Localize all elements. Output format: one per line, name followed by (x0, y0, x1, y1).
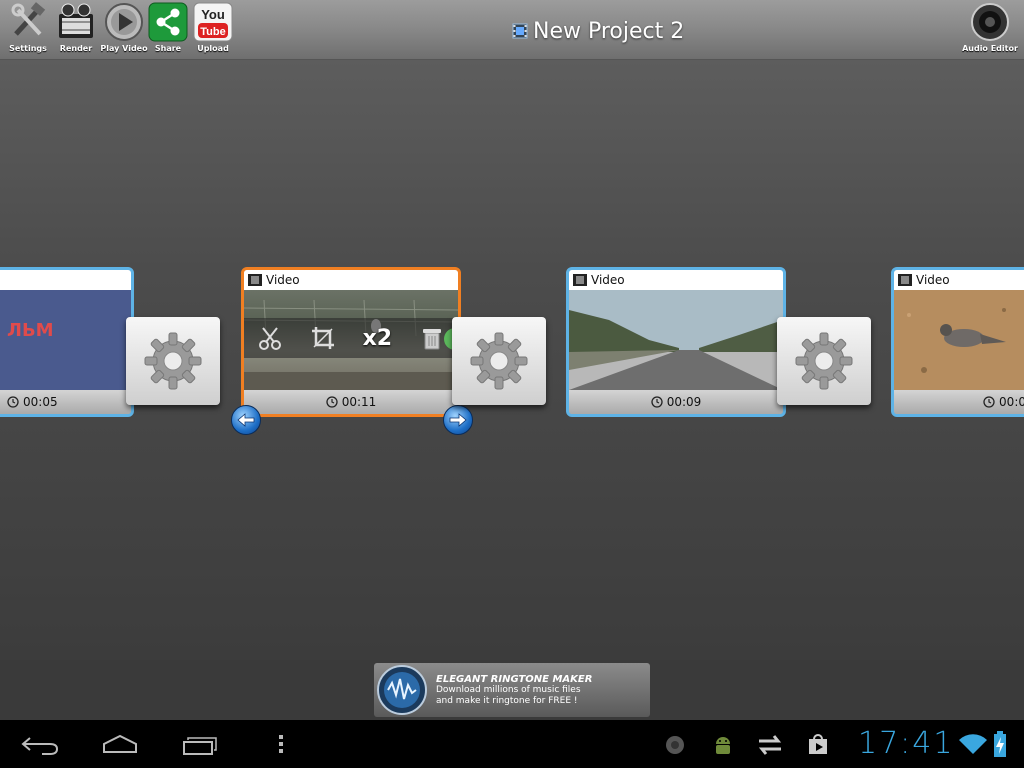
ad-line-1: Download millions of music files (436, 684, 581, 695)
youtube-tube-text: Tube (200, 26, 225, 38)
clip-action-bar: x2 (244, 318, 458, 358)
settings-button[interactable]: Settings (4, 2, 52, 56)
tools-icon (11, 2, 46, 36)
play-video-button[interactable]: Play Video (100, 2, 148, 56)
arrow-right-icon (449, 413, 467, 427)
notification-app-icon (666, 736, 684, 754)
ad-bar: ELEGANT RINGTONE MAKER Download millions… (0, 660, 1024, 720)
clock-icon (983, 396, 995, 408)
timeline-clip-selected[interactable]: Video x2 00:11 (241, 267, 461, 417)
clock-icon (651, 396, 663, 408)
audio-editor-label: Audio Editor (962, 44, 1018, 53)
clip-type-label: Video (916, 273, 950, 287)
clip-thumbnail (894, 290, 1024, 390)
android-debug-icon (716, 737, 730, 754)
youtube-icon: You Tube (193, 2, 233, 42)
wifi-icon (959, 734, 987, 754)
clip-header: Video (894, 270, 1024, 290)
clip-footer: 00:0 (894, 390, 1024, 414)
share-button[interactable]: Share (144, 2, 192, 56)
timeline-clip[interactable]: ЛЬМ 00:05 (0, 267, 134, 417)
gear-icon (144, 332, 202, 390)
menu-button[interactable] (257, 728, 305, 760)
thumbnail-image (894, 290, 1024, 390)
clock-icon (326, 396, 338, 408)
clip-duration: 00:05 (23, 395, 58, 409)
audio-editor-button[interactable]: Audio Editor (962, 2, 1018, 56)
video-icon (248, 274, 262, 286)
render-label: Render (59, 44, 93, 53)
play-icon (105, 3, 143, 41)
film-icon (512, 23, 528, 39)
clip-header: Video (569, 270, 783, 290)
video-icon (573, 274, 587, 286)
trim-scissors-button[interactable] (257, 325, 283, 351)
recent-apps-button[interactable] (176, 728, 224, 760)
ad-line-2: and make it ringtone for FREE ! (436, 695, 578, 706)
upload-button[interactable]: You Tube Upload (189, 2, 237, 56)
thumbnail-text: ЛЬМ (7, 320, 54, 341)
ad-text: ELEGANT RINGTONE MAKER Download millions… (430, 674, 592, 707)
crop-button[interactable] (310, 325, 336, 351)
transition-settings-button[interactable] (452, 317, 546, 405)
share-label: Share (154, 44, 182, 53)
top-toolbar: Settings Render Play Video Share You Tub… (0, 0, 1024, 60)
battery-charging-icon (994, 731, 1006, 757)
transition-settings-button[interactable] (777, 317, 871, 405)
film-reel-icon (59, 3, 93, 38)
system-navigation-bar: 17:41 (0, 720, 1024, 768)
clip-footer: 00:09 (569, 390, 783, 414)
home-icon (103, 734, 137, 753)
clip-thumbnail: ЛЬМ (0, 290, 131, 390)
clip-type-label: Video (591, 273, 625, 287)
move-clip-left-button[interactable] (231, 405, 261, 435)
clip-footer: 00:11 (244, 390, 458, 414)
status-clock: 17:41 (858, 726, 955, 761)
clip-footer: 00:05 (0, 390, 131, 414)
gear-icon (795, 332, 853, 390)
upload-label: Upload (197, 44, 229, 53)
play-store-icon (809, 734, 827, 754)
clock-icon (7, 396, 19, 408)
move-clip-right-button[interactable] (443, 405, 473, 435)
ringtone-logo-icon (377, 665, 427, 715)
clip-duration: 00:09 (666, 395, 702, 409)
speaker-icon (971, 3, 1009, 41)
sync-icon (758, 735, 782, 755)
clip-header: Video (244, 270, 458, 290)
clip-duration: 00:11 (341, 395, 377, 409)
video-icon (898, 274, 912, 286)
timeline-workspace: ЛЬМ 00:05 Video x2 00:11 Video 00:09 Vid… (0, 60, 1024, 660)
gear-icon (470, 332, 528, 390)
timeline-clip[interactable]: Video 00:09 (566, 267, 786, 417)
timeline-clip[interactable]: Video 00:0 (891, 267, 1024, 417)
thumbnail-image (569, 290, 783, 390)
render-button[interactable]: Render (52, 2, 100, 56)
ad-banner[interactable]: ELEGANT RINGTONE MAKER Download millions… (374, 663, 650, 717)
project-title-text: New Project 2 (533, 18, 685, 44)
recent-apps-icon (183, 737, 217, 755)
delete-trash-button[interactable] (419, 325, 445, 351)
transition-settings-button[interactable] (126, 317, 220, 405)
overflow-menu-icon (279, 735, 283, 753)
project-title: New Project 2 (512, 15, 684, 47)
speed-x2-button[interactable]: x2 (363, 326, 393, 351)
settings-label: Settings (9, 44, 47, 53)
home-button[interactable] (96, 728, 144, 760)
play-video-label: Play Video (100, 44, 148, 53)
back-button[interactable] (16, 728, 64, 760)
ad-title: ELEGANT RINGTONE MAKER (436, 673, 593, 685)
clip-header (0, 270, 131, 290)
share-icon (148, 2, 188, 42)
arrow-left-icon (237, 413, 255, 427)
back-icon (21, 737, 59, 755)
clip-duration: 00:0 (999, 395, 1024, 409)
clip-thumbnail (569, 290, 783, 390)
youtube-you-text: You (201, 7, 225, 22)
clip-type-label: Video (266, 273, 300, 287)
